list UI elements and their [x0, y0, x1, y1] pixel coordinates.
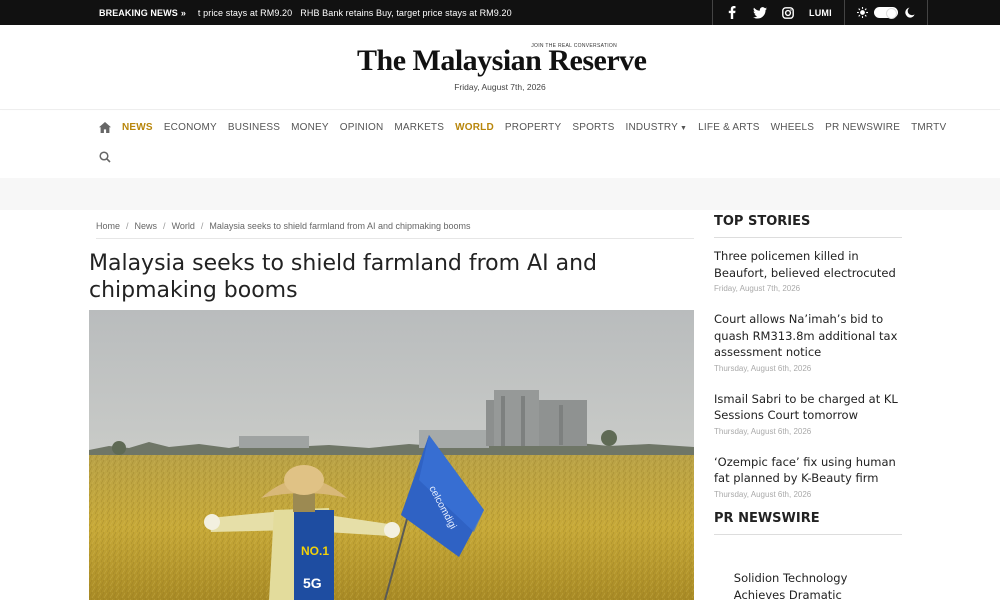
search-icon[interactable] [99, 151, 111, 163]
story-title[interactable]: ‘Ozempic face’ fix using human fat plann… [714, 454, 902, 487]
current-date: Friday, August 7th, 2026 [454, 82, 546, 92]
pr-newswire-heading: PR NEWSWIRE [714, 507, 902, 535]
sun-icon [856, 7, 868, 18]
dark-mode-switch[interactable] [845, 0, 927, 25]
nav-item-sports[interactable]: SPORTS [572, 122, 614, 133]
page-background-band [0, 178, 1000, 210]
nav-item-pr-newswire[interactable]: PR NEWSWIRE [825, 122, 900, 133]
nav-item-business[interactable]: BUSINESS [228, 122, 280, 133]
twitter-icon[interactable] [753, 6, 767, 20]
pr-item-title: Solidion Technology Achieves Dramatic Ba… [733, 571, 848, 600]
story-date: Thursday, August 6th, 2026 [714, 363, 812, 373]
top-story-item[interactable]: ‘Ozempic face’ fix using human fat plann… [714, 444, 902, 499]
pr-thumbnail [714, 570, 726, 600]
nav-item-property[interactable]: PROPERTY [505, 122, 561, 133]
nav-item-news[interactable]: NEWS [122, 122, 153, 133]
sidebar: TOP STORIES Three policemen killed in Be… [714, 210, 902, 535]
shirt-text: NO.1 [301, 544, 329, 558]
caret-down-icon: ▼ [680, 125, 688, 132]
nav-item-world[interactable]: WORLD [455, 122, 494, 133]
nav-item-tmrtv[interactable]: TMRTV [911, 122, 946, 133]
breadcrumb-world[interactable]: World [172, 221, 195, 231]
story-title[interactable]: Three policemen killed in Beaufort, beli… [714, 248, 902, 281]
nav-item-opinion[interactable]: OPINION [340, 122, 384, 133]
lumi-link[interactable]: LUMI [809, 8, 832, 18]
top-bar: BREAKING NEWS » t price stays at RM9.20 … [0, 0, 1000, 25]
breadcrumb-current: Malaysia seeks to shield farmland from A… [209, 220, 471, 231]
social-links: LUMI [713, 0, 844, 25]
story-date: Thursday, August 6th, 2026 [714, 426, 812, 436]
nav-item-economy[interactable]: ECONOMY [164, 122, 217, 133]
news-ticker: t price stays at RM9.20 RHB Bank retains… [198, 8, 512, 18]
nav-item-money[interactable]: MONEY [291, 122, 329, 133]
nav-item-markets[interactable]: MARKETS [394, 122, 444, 133]
logo-text: The Malaysian Reserve [357, 44, 647, 77]
story-date: Thursday, August 6th, 2026 [714, 489, 812, 499]
breadcrumb-separator: / [200, 220, 204, 231]
story-title[interactable]: Court allows Na’imah’s bid to quash RM31… [714, 311, 902, 361]
ticker-item[interactable]: t price stays at RM9.20 [198, 8, 292, 18]
home-icon[interactable] [99, 122, 111, 133]
logo-tagline: JOIN THE REAL CONVERSATION [531, 43, 617, 49]
moon-icon [905, 7, 915, 18]
nav-item-life-arts[interactable]: LIFE & ARTS [698, 122, 759, 133]
double-chevron-icon: » [180, 7, 186, 18]
story-title[interactable]: Ismail Sabri to be charged at KL Session… [714, 391, 902, 424]
article-title: Malaysia seeks to shield farmland from A… [89, 251, 597, 303]
breadcrumb-separator: / [126, 220, 129, 231]
mode-toggle[interactable] [873, 7, 898, 19]
breadcrumb-separator: / [163, 220, 166, 231]
top-stories-heading: TOP STORIES [714, 210, 902, 238]
ticker-item[interactable]: RHB Bank retains Buy, target price stays… [300, 8, 511, 18]
main-navigation: NEWS ECONOMY BUSINESS MONEY OPINION MARKETS WO… [0, 111, 1000, 178]
story-date: Friday, August 7th, 2026 [714, 284, 801, 293]
instagram-icon[interactable] [781, 6, 795, 20]
pr-newswire-item[interactable]: Solidion Technology Achieves Dramatic Ba… [714, 570, 902, 600]
facebook-icon[interactable] [725, 6, 739, 20]
top-story-item[interactable]: Ismail Sabri to be charged at KL Session… [714, 381, 902, 436]
breaking-news-label[interactable]: BREAKING NEWS » [99, 8, 186, 18]
site-logo[interactable]: The Malaysian Reserve JOIN THE REAL CONV… [357, 43, 647, 83]
divider [926, 0, 928, 25]
nav-item-wheels[interactable]: WHEELS [771, 122, 814, 133]
top-story-item[interactable]: Three policemen killed in Beaufort, beli… [714, 238, 902, 293]
breadcrumb-home[interactable]: Home [96, 221, 120, 231]
shirt-5g: 5G [303, 575, 322, 591]
top-story-item[interactable]: Court allows Na’imah’s bid to quash RM31… [714, 301, 902, 373]
breadcrumb: Home / News / World / Malaysia seeks to … [96, 219, 694, 239]
breadcrumb-news[interactable]: News [135, 221, 158, 231]
masthead: The Malaysian Reserve JOIN THE REAL CONV… [0, 25, 1000, 110]
article-hero-image: celcomdigi NO.1 5G [89, 310, 694, 600]
nav-item-industry[interactable]: INDUSTRY ▼ [625, 122, 687, 133]
